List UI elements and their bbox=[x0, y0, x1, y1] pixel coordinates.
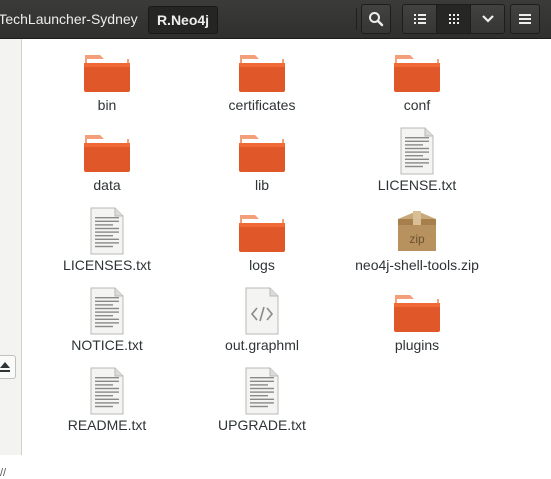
list-view-icon bbox=[413, 14, 426, 24]
folder-item[interactable]: lib bbox=[187, 119, 337, 199]
folder-icon bbox=[82, 47, 132, 95]
list-view-button[interactable] bbox=[403, 5, 437, 33]
view-options-button[interactable] bbox=[471, 5, 504, 33]
text-file-icon bbox=[237, 367, 287, 415]
file-item[interactable]: zip neo4j-shell-tools.zip bbox=[342, 199, 492, 279]
file-name-label: neo4j-shell-tools.zip bbox=[355, 257, 479, 273]
file-name-label: certificates bbox=[228, 97, 296, 113]
file-item[interactable]: README.txt bbox=[32, 359, 182, 439]
folder-item[interactable]: certificates bbox=[187, 39, 337, 119]
view-switcher bbox=[402, 4, 505, 34]
eject-button[interactable] bbox=[0, 355, 16, 379]
file-item[interactable]: UPGRADE.txt bbox=[187, 359, 337, 439]
markup-file-icon bbox=[237, 287, 287, 335]
text-file-icon bbox=[82, 367, 132, 415]
file-name-label: plugins bbox=[394, 337, 440, 353]
sidebar: // bbox=[0, 39, 22, 479]
file-grid: bin certificates conf data lib LICENSE.txt LIC… bbox=[22, 39, 551, 455]
text-file-icon bbox=[82, 287, 132, 335]
header-bar: TechLauncher-Sydney R.Neo4j bbox=[0, 0, 551, 39]
file-name-label: NOTICE.txt bbox=[71, 337, 143, 353]
breadcrumb-current[interactable]: R.Neo4j bbox=[148, 6, 218, 34]
svg-text:zip: zip bbox=[409, 232, 425, 246]
text-file-icon bbox=[82, 207, 132, 255]
breadcrumb-parent[interactable]: TechLauncher-Sydney bbox=[0, 0, 142, 38]
file-name-label: logs bbox=[249, 257, 275, 273]
folder-icon bbox=[237, 207, 287, 255]
search-icon bbox=[369, 12, 384, 27]
folder-item[interactable]: plugins bbox=[342, 279, 492, 359]
folder-icon bbox=[237, 127, 287, 175]
file-item[interactable]: NOTICE.txt bbox=[32, 279, 182, 359]
chevron-down-icon bbox=[481, 15, 494, 23]
sidebar-clipped-text: // bbox=[0, 467, 7, 479]
file-name-label: bin bbox=[97, 97, 117, 113]
file-item[interactable]: LICENSE.txt bbox=[342, 119, 492, 199]
folder-item[interactable]: bin bbox=[32, 39, 182, 119]
file-name-label: LICENSES.txt bbox=[63, 257, 151, 273]
folder-icon bbox=[237, 47, 287, 95]
file-name-label: out.graphml bbox=[225, 337, 299, 353]
grid-view-button[interactable] bbox=[437, 5, 471, 33]
file-item[interactable]: out.graphml bbox=[187, 279, 337, 359]
folder-icon bbox=[392, 47, 442, 95]
header-separator bbox=[356, 8, 357, 30]
menu-button[interactable] bbox=[510, 4, 540, 34]
file-name-label: LICENSE.txt bbox=[377, 177, 457, 193]
file-name-label: UPGRADE.txt bbox=[218, 417, 306, 433]
file-name-label: data bbox=[93, 177, 121, 193]
folder-icon bbox=[392, 287, 442, 335]
file-item[interactable]: LICENSES.txt bbox=[32, 199, 182, 279]
folder-item[interactable]: logs bbox=[187, 199, 337, 279]
file-name-label: lib bbox=[254, 177, 269, 193]
file-name-label: README.txt bbox=[67, 417, 147, 433]
folder-icon bbox=[82, 127, 132, 175]
file-name-label: conf bbox=[403, 97, 431, 113]
folder-item[interactable]: data bbox=[32, 119, 182, 199]
text-file-icon bbox=[392, 127, 442, 175]
zip-archive-icon: zip bbox=[392, 207, 442, 255]
grid-view-icon bbox=[448, 14, 459, 24]
hamburger-menu-icon bbox=[519, 14, 531, 24]
search-button[interactable] bbox=[361, 4, 391, 34]
eject-icon bbox=[0, 362, 10, 372]
folder-item[interactable]: conf bbox=[342, 39, 492, 119]
